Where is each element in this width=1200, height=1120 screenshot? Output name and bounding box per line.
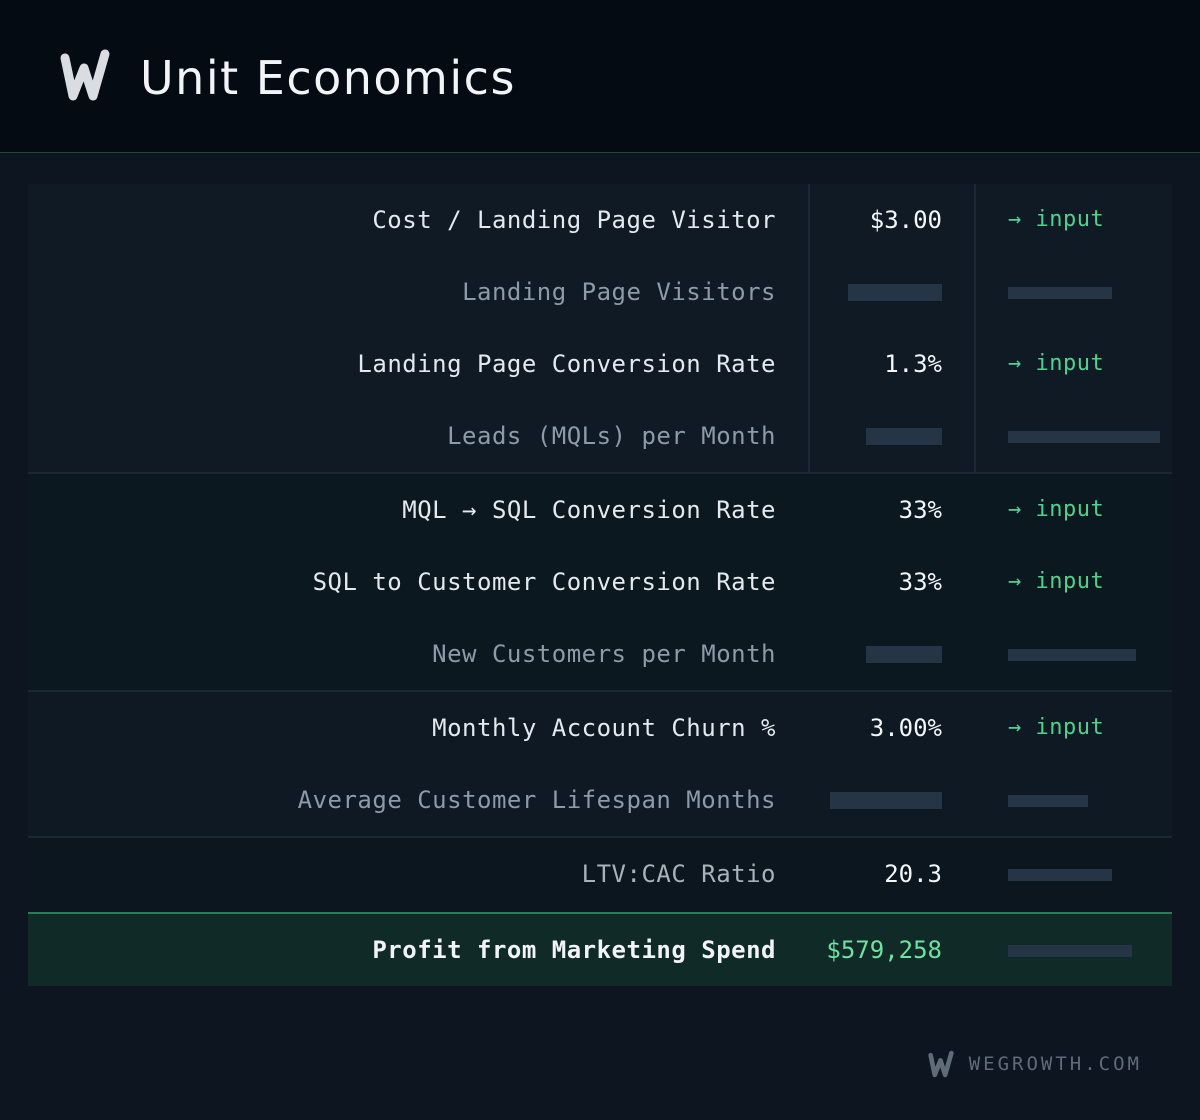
redacted-value [830,792,942,809]
row-profit: Profit from Marketing Spend $579,258 [28,912,1172,986]
row-cost-per-visitor: Cost / Landing Page Visitor $3.00 → inpu… [28,184,1172,256]
row-new-customers-per-month: New Customers per Month [28,618,1172,690]
row-value[interactable]: 33% [899,474,942,546]
row-label: Cost / Landing Page Visitor [372,206,776,234]
input-note: → input [1008,351,1105,376]
row-customer-lifespan: Average Customer Lifespan Months [28,764,1172,836]
row-label: Landing Page Visitors [462,278,776,306]
input-note: → input [1008,207,1105,232]
row-value[interactable]: $3.00 [870,184,942,256]
unit-economics-table: Cost / Landing Page Visitor $3.00 → inpu… [28,184,1172,986]
redacted-value [848,284,942,301]
row-label: MQL → SQL Conversion Rate [402,496,776,524]
row-value[interactable]: 1.3% [884,328,942,400]
row-label: Monthly Account Churn % [432,714,776,742]
input-note: → input [1008,715,1105,740]
row-label: Landing Page Conversion Rate [357,350,776,378]
row-landing-page-conversion-rate: Landing Page Conversion Rate 1.3% → inpu… [28,328,1172,400]
redacted-note [1008,287,1112,299]
redacted-note [1008,795,1088,807]
w-logo-icon [928,1050,954,1078]
input-note: → input [1008,497,1105,522]
redacted-note [1008,431,1160,443]
redacted-value [866,646,942,663]
row-ltv-cac-ratio: LTV:CAC Ratio 20.3 [28,836,1172,912]
input-note: → input [1008,569,1105,594]
row-monthly-churn: Monthly Account Churn % 3.00% → input [28,690,1172,764]
header: Unit Economics [0,0,1200,153]
row-value[interactable]: 3.00% [870,692,942,764]
row-landing-page-visitors: Landing Page Visitors [28,256,1172,328]
row-value: 20.3 [884,860,942,888]
w-logo-icon [60,49,110,101]
row-label: SQL to Customer Conversion Rate [312,568,776,596]
brand-text[interactable]: WEGROWTH.COM [969,1053,1142,1075]
row-sql-customer-conversion: SQL to Customer Conversion Rate 33% → in… [28,546,1172,618]
row-label: LTV:CAC Ratio [581,860,776,888]
redacted-value [866,428,942,445]
row-label: Average Customer Lifespan Months [297,786,776,814]
row-label: New Customers per Month [432,640,776,668]
row-label: Profit from Marketing Spend [372,936,776,964]
redacted-note [1008,869,1112,881]
redacted-note [1008,649,1136,661]
row-value[interactable]: 33% [899,546,942,618]
row-leads-per-month: Leads (MQLs) per Month [28,400,1172,472]
row-mql-sql-conversion: MQL → SQL Conversion Rate 33% → input [28,472,1172,546]
footer: WEGROWTH.COM [927,1046,1142,1082]
row-label: Leads (MQLs) per Month [447,422,776,450]
profit-value: $579,258 [826,936,942,964]
page-title: Unit Economics [140,51,516,105]
redacted-note [1008,945,1132,957]
